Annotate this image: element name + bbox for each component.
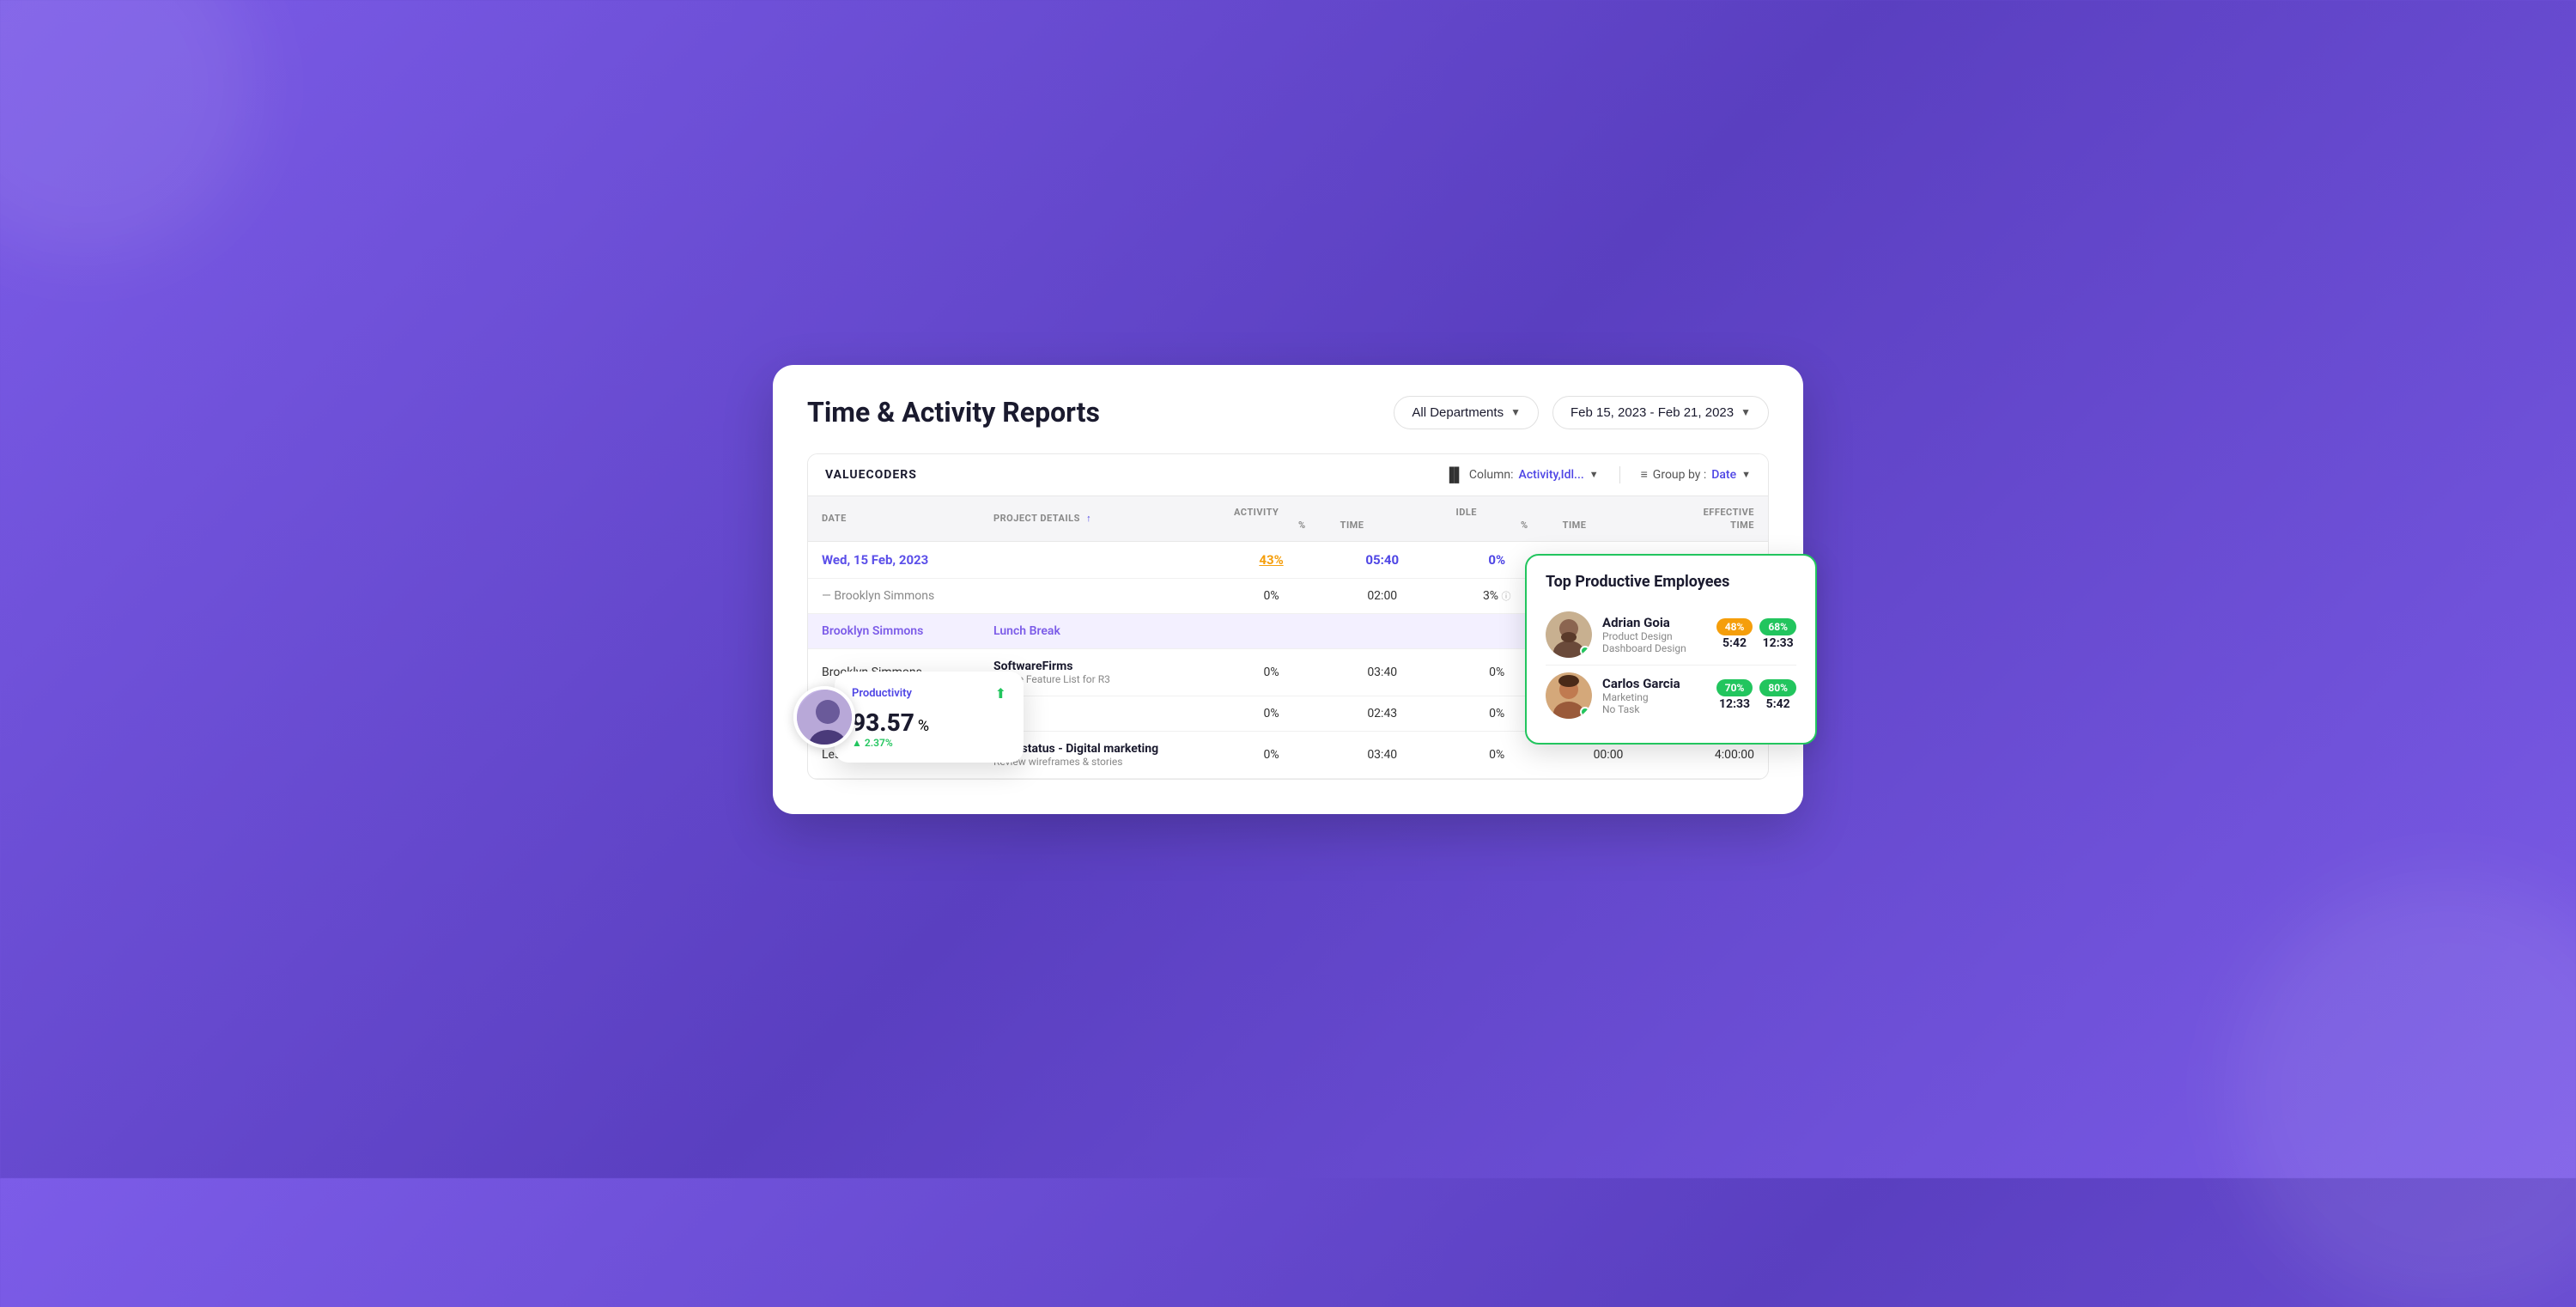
name-cell: — Brooklyn Simmons <box>808 578 980 613</box>
online-indicator <box>1580 646 1590 656</box>
employee-name: Carlos Garcia <box>1602 676 1706 691</box>
header-controls: All Departments ▼ Feb 15, 2023 - Feb 21,… <box>1394 396 1769 429</box>
project-task: Create Feature List for R3 <box>993 673 1206 685</box>
act-pct-cell: 0% <box>1220 578 1322 613</box>
page-header: Time & Activity Reports All Departments … <box>807 396 1769 429</box>
act-time-cell: 02:00 <box>1322 578 1442 613</box>
act-pct-cell: 43% <box>1220 541 1322 578</box>
top-employees-card: Top Productive Employees Adrian Goia Pro… <box>1525 554 1817 745</box>
effective-stat: 68% 12:33 <box>1759 618 1796 650</box>
table-toolbar: VALUECODERS ▐▌ Column: Activity,Idl... ▼… <box>808 454 1768 496</box>
employee-row: Adrian Goia Product Design Dashboard Des… <box>1546 605 1796 665</box>
table-header-row: DATE PROJECT DETAILS ↑ ACTIVITY % TIME <box>808 496 1768 542</box>
activity-time: 05:40 <box>1365 552 1399 568</box>
activity-badge: 70% <box>1716 679 1753 696</box>
lunch-label: Lunch Break <box>993 624 1060 638</box>
effective-time: 12:33 <box>1763 636 1794 650</box>
project-task: Review wireframes & stories <box>993 756 1206 768</box>
column-value: Activity,Idl... <box>1519 468 1584 482</box>
employee-row: Carlos Garcia Marketing No Task 70% 12:3… <box>1546 665 1796 726</box>
employee-stats: 48% 5:42 68% 12:33 <box>1716 618 1796 650</box>
project-cell <box>980 578 1220 613</box>
page-title: Time & Activity Reports <box>807 396 1100 429</box>
effective-time: 5:42 <box>1766 697 1790 711</box>
act-time-cell: 03:40 <box>1322 648 1442 696</box>
column-chevron-icon: ▼ <box>1589 469 1599 480</box>
toolbar-right: ▐▌ Column: Activity,Idl... ▼ ≡ Group by … <box>1444 466 1751 483</box>
act-time-cell: 02:43 <box>1322 696 1442 731</box>
employee-name: Adrian Goia <box>1602 615 1706 630</box>
company-label: VALUECODERS <box>825 468 917 482</box>
person-name: — Brooklyn Simmons <box>822 589 934 603</box>
employee-task: No Task <box>1602 703 1706 715</box>
act-time-cell: 03:40 <box>1322 731 1442 778</box>
departments-dropdown[interactable]: All Departments ▼ <box>1394 396 1539 429</box>
main-card: Time & Activity Reports All Departments … <box>773 365 1803 814</box>
date-label: Wed, 15 Feb, 2023 <box>822 552 928 568</box>
departments-chevron-icon: ▼ <box>1510 406 1521 418</box>
groupby-value: Date <box>1711 468 1736 482</box>
act-pct-cell: 0% <box>1220 696 1322 731</box>
effective-badge: 68% <box>1759 618 1796 635</box>
groupby-label: Group by : <box>1653 468 1706 482</box>
employee-avatar <box>1546 611 1592 658</box>
th-project: PROJECT DETAILS ↑ <box>980 496 1220 542</box>
toolbar-divider <box>1619 466 1620 483</box>
lunch-name-cell: Brooklyn Simmons <box>808 613 980 648</box>
employee-stats: 70% 12:33 80% 5:42 <box>1716 679 1796 711</box>
productivity-header: Productivity ⬆ <box>852 685 1006 702</box>
productivity-change: ▲ 2.37% <box>852 737 1006 749</box>
date-cell: Wed, 15 Feb, 2023 <box>808 541 980 578</box>
column-label: Column: <box>1469 468 1514 482</box>
th-idle-group: IDLE % TIME <box>1442 496 1665 542</box>
productivity-label: Productivity <box>852 687 912 700</box>
trend-icon: ⬆ <box>995 685 1006 702</box>
employee-info: Carlos Garcia Marketing No Task <box>1602 676 1706 715</box>
employee-info: Adrian Goia Product Design Dashboard Des… <box>1602 615 1706 654</box>
groupby-icon: ≡ <box>1641 467 1648 482</box>
top-employees-title: Top Productive Employees <box>1546 573 1796 591</box>
project-name: SoftwareFirms <box>993 660 1206 673</box>
effective-stat: 80% 5:42 <box>1759 679 1796 711</box>
employee-dept: Marketing <box>1602 691 1706 703</box>
column-bars-icon: ▐▌ <box>1444 466 1464 483</box>
departments-label: All Departments <box>1412 405 1504 420</box>
productivity-unit: % <box>918 717 929 735</box>
lunch-person-name: Brooklyn Simmons <box>822 624 923 638</box>
act-time-cell: 05:40 <box>1322 541 1442 578</box>
employee-dept: Product Design <box>1602 630 1706 642</box>
date-range-label: Feb 15, 2023 - Feb 21, 2023 <box>1571 405 1734 420</box>
act-pct-cell: 0% <box>1220 731 1322 778</box>
activity-pct: 43% <box>1259 552 1283 568</box>
online-indicator <box>1580 707 1590 717</box>
column-control[interactable]: ▐▌ Column: Activity,Idl... ▼ <box>1444 466 1598 483</box>
project-cell <box>980 541 1220 578</box>
date-chevron-icon: ▼ <box>1741 406 1751 418</box>
effective-badge: 80% <box>1759 679 1796 696</box>
activity-time: 12:33 <box>1719 697 1750 711</box>
act-pct-cell: 0% <box>1220 648 1322 696</box>
th-activity-group: ACTIVITY % TIME <box>1220 496 1442 542</box>
activity-stat: 48% 5:42 <box>1716 618 1753 650</box>
groupby-control[interactable]: ≡ Group by : Date ▼ <box>1641 467 1751 482</box>
groupby-chevron-icon: ▼ <box>1741 469 1751 480</box>
project-name: Workstatus - Digital marketing <box>993 742 1206 756</box>
employee-task: Dashboard Design <box>1602 642 1706 654</box>
employee-avatar <box>1546 672 1592 719</box>
info-icon: ⓘ <box>1502 591 1511 602</box>
productivity-card: Productivity ⬆ 93.57 % ▲ 2.37% <box>835 672 1024 763</box>
th-date: DATE <box>808 496 980 542</box>
productivity-value: 93.57 <box>852 708 914 737</box>
th-effective: EFFECTIVE TIME <box>1665 496 1768 542</box>
activity-time: 5:42 <box>1722 636 1747 650</box>
activity-badge: 48% <box>1716 618 1753 635</box>
idle-pct: 0% <box>1488 552 1505 568</box>
activity-stat: 70% 12:33 <box>1716 679 1753 711</box>
date-range-dropdown[interactable]: Feb 15, 2023 - Feb 21, 2023 ▼ <box>1552 396 1769 429</box>
